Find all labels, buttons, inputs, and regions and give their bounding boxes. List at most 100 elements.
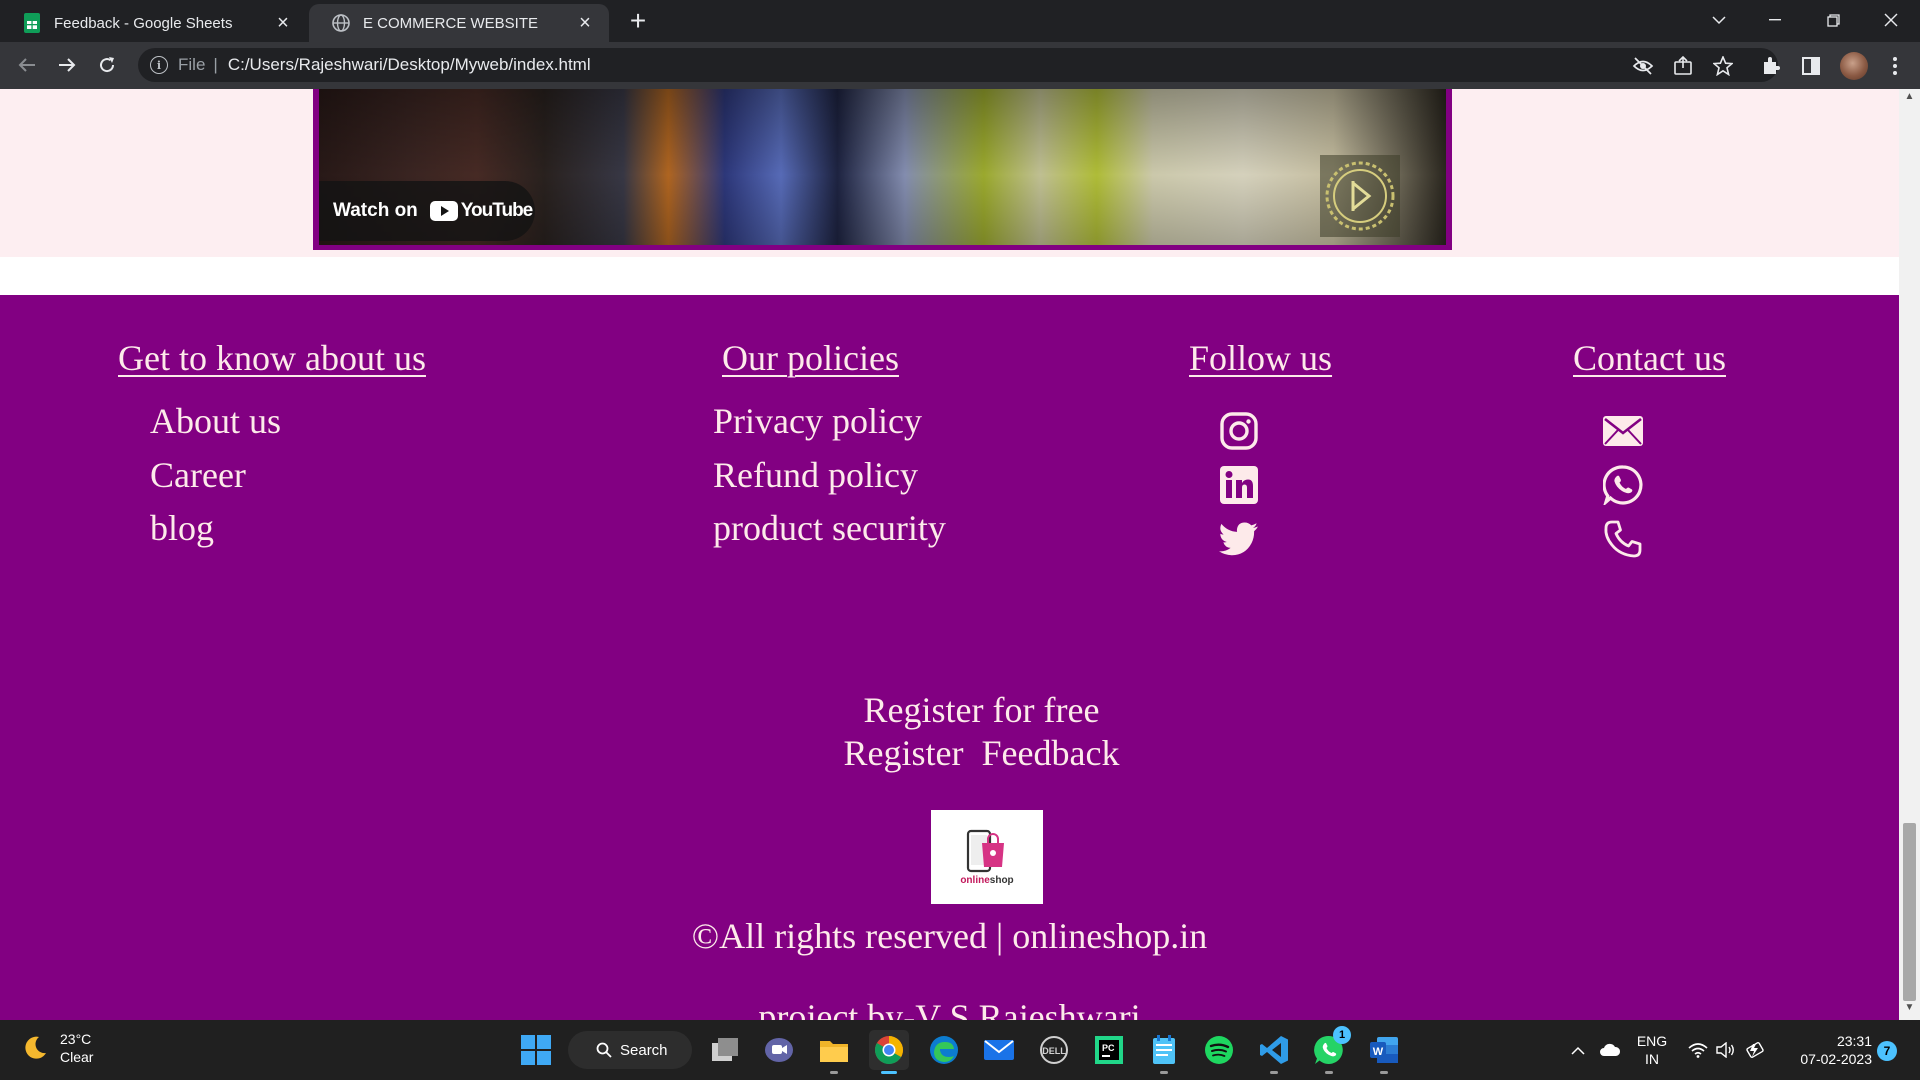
site-info-icon[interactable]: i <box>150 56 168 74</box>
lang-line1: ENG <box>1636 1033 1668 1049</box>
close-tab-icon[interactable]: × <box>575 12 595 34</box>
browser-toolbar: i File | C:/Users/Rajeshwari/Desktop/Myw… <box>0 42 1920 89</box>
battery-charging-icon[interactable] <box>1741 1030 1767 1070</box>
notepad-icon[interactable] <box>1144 1030 1184 1074</box>
scroll-up-arrow-icon[interactable]: ▲ <box>1899 91 1920 107</box>
moon-icon <box>25 1036 46 1059</box>
site-footer: Get to know about us About us Career blo… <box>0 295 1899 1020</box>
clock-date: 07-02-2023 <box>1800 1051 1872 1067</box>
browser-menu-icon[interactable] <box>1883 54 1907 78</box>
mail-icon[interactable] <box>1603 411 1643 451</box>
reload-button[interactable] <box>92 50 122 80</box>
minimize-button[interactable] <box>1752 4 1798 36</box>
tab-feedback-sheets[interactable]: Feedback - Google Sheets × <box>0 4 307 42</box>
whatsapp-notification-badge: 1 <box>1333 1026 1351 1044</box>
channel-logo-icon[interactable] <box>1320 155 1400 237</box>
logo-word-online: online <box>960 874 990 886</box>
pycharm-icon[interactable]: PC <box>1089 1030 1129 1070</box>
scroll-down-arrow-icon[interactable]: ▼ <box>1899 1002 1920 1018</box>
address-bar[interactable]: i File | C:/Users/Rajeshwari/Desktop/Myw… <box>138 48 1778 82</box>
bookmark-star-icon[interactable] <box>1711 54 1735 78</box>
close-window-button[interactable] <box>1868 4 1914 36</box>
tab-search-icon[interactable] <box>1696 4 1742 36</box>
extensions-icon[interactable] <box>1759 54 1783 78</box>
side-panel-icon[interactable] <box>1799 54 1823 78</box>
running-indicator <box>830 1071 838 1074</box>
mail-app-icon[interactable] <box>979 1030 1019 1070</box>
profile-avatar[interactable] <box>1840 52 1868 80</box>
linkedin-icon[interactable] <box>1219 465 1259 505</box>
running-indicator <box>1325 1071 1333 1074</box>
weather-widget[interactable]: 23°C Clear <box>22 1030 93 1066</box>
search-icon <box>596 1042 612 1058</box>
register-heading: Register for free <box>863 690 1100 730</box>
restore-button[interactable] <box>1810 4 1856 36</box>
embedded-video-frame[interactable]: Watch on YouTube <box>313 89 1452 250</box>
eye-off-icon[interactable] <box>1631 54 1655 78</box>
footer-link-privacy-policy[interactable]: Privacy policy <box>713 400 922 442</box>
section-spacer <box>0 257 1899 295</box>
register-link[interactable]: Register <box>844 733 964 773</box>
notification-center-badge[interactable]: 7 <box>1877 1041 1897 1061</box>
volume-icon[interactable] <box>1713 1030 1739 1070</box>
youtube-wordmark: YouTube <box>460 200 533 221</box>
share-icon[interactable] <box>1671 54 1695 78</box>
register-feedback-links: Register Feedback <box>32 732 1899 774</box>
tab-ecommerce-website[interactable]: E COMMERCE WEBSITE × <box>309 4 609 42</box>
windows-taskbar: 23°C Clear Search DELL PC 1 W ENG IN 23:… <box>0 1020 1920 1080</box>
footer-link-career[interactable]: Career <box>150 454 246 496</box>
footer-link-product-security[interactable]: product security <box>713 507 946 549</box>
back-button[interactable] <box>12 50 42 80</box>
phone-icon[interactable] <box>1603 519 1643 559</box>
show-hidden-icons-chevron-icon[interactable] <box>1566 1030 1590 1070</box>
project-credit: project by-V S Rajeshwari <box>758 997 1141 1020</box>
footer-heading-contact[interactable]: Contact us <box>1573 337 1726 379</box>
video-thumbnail[interactable]: Watch on YouTube <box>319 89 1446 245</box>
onlineshop-logo: onlineshop <box>931 810 1043 904</box>
footer-heading-follow[interactable]: Follow us <box>1189 337 1332 379</box>
teams-chat-icon[interactable] <box>759 1030 799 1070</box>
logo-word-shop: shop <box>989 874 1014 886</box>
url-text[interactable]: C:/Users/Rajeshwari/Desktop/Myweb/index.… <box>228 55 591 75</box>
vscode-icon[interactable] <box>1254 1030 1294 1074</box>
whatsapp-app-icon[interactable]: 1 <box>1309 1026 1351 1074</box>
wifi-icon[interactable] <box>1685 1030 1711 1070</box>
url-separator: | <box>213 55 218 74</box>
dell-icon[interactable]: DELL <box>1034 1030 1074 1070</box>
twitter-icon[interactable] <box>1219 519 1259 559</box>
footer-link-refund-policy[interactable]: Refund policy <box>713 454 918 496</box>
forward-button[interactable] <box>52 50 82 80</box>
watch-on-youtube-button[interactable]: Watch on YouTube <box>319 181 535 241</box>
edge-icon[interactable] <box>924 1030 964 1070</box>
globe-icon <box>331 13 351 33</box>
onedrive-cloud-icon[interactable] <box>1596 1030 1624 1070</box>
footer-heading-about[interactable]: Get to know about us <box>118 337 426 379</box>
search-label: Search <box>620 1041 668 1059</box>
svg-text:PC: PC <box>1102 1043 1115 1053</box>
spotify-icon[interactable] <box>1199 1030 1239 1070</box>
page-scrollbar[interactable]: ▲ ▼ <box>1899 89 1920 1020</box>
word-icon[interactable]: W <box>1364 1030 1404 1074</box>
logo-wordmark: onlineshop <box>960 875 1013 886</box>
close-tab-icon[interactable]: × <box>273 12 293 34</box>
scrollbar-thumb[interactable] <box>1903 823 1916 1001</box>
clock[interactable]: 23:31 07-02-2023 <box>1782 1032 1872 1068</box>
footer-link-blog[interactable]: blog <box>150 507 214 549</box>
instagram-icon[interactable] <box>1219 411 1259 451</box>
file-explorer-icon[interactable] <box>814 1030 854 1074</box>
footer-heading-policies[interactable]: Our policies <box>722 337 899 379</box>
youtube-logo-icon: YouTube <box>429 200 533 222</box>
input-language-indicator[interactable]: ENG IN <box>1632 1032 1672 1068</box>
new-tab-button[interactable]: + <box>624 7 652 36</box>
footer-link-about-us[interactable]: About us <box>150 400 281 442</box>
watch-on-label: Watch on <box>333 200 418 221</box>
weather-condition: Clear <box>60 1049 94 1065</box>
feedback-link[interactable]: Feedback <box>982 733 1120 773</box>
whatsapp-icon[interactable] <box>1603 465 1643 505</box>
running-indicator <box>881 1071 897 1074</box>
url-scheme: File <box>178 55 206 74</box>
task-view-icon[interactable] <box>705 1030 745 1070</box>
taskbar-search[interactable]: Search <box>568 1031 692 1069</box>
chrome-icon[interactable] <box>869 1030 909 1074</box>
start-button[interactable] <box>516 1030 556 1070</box>
